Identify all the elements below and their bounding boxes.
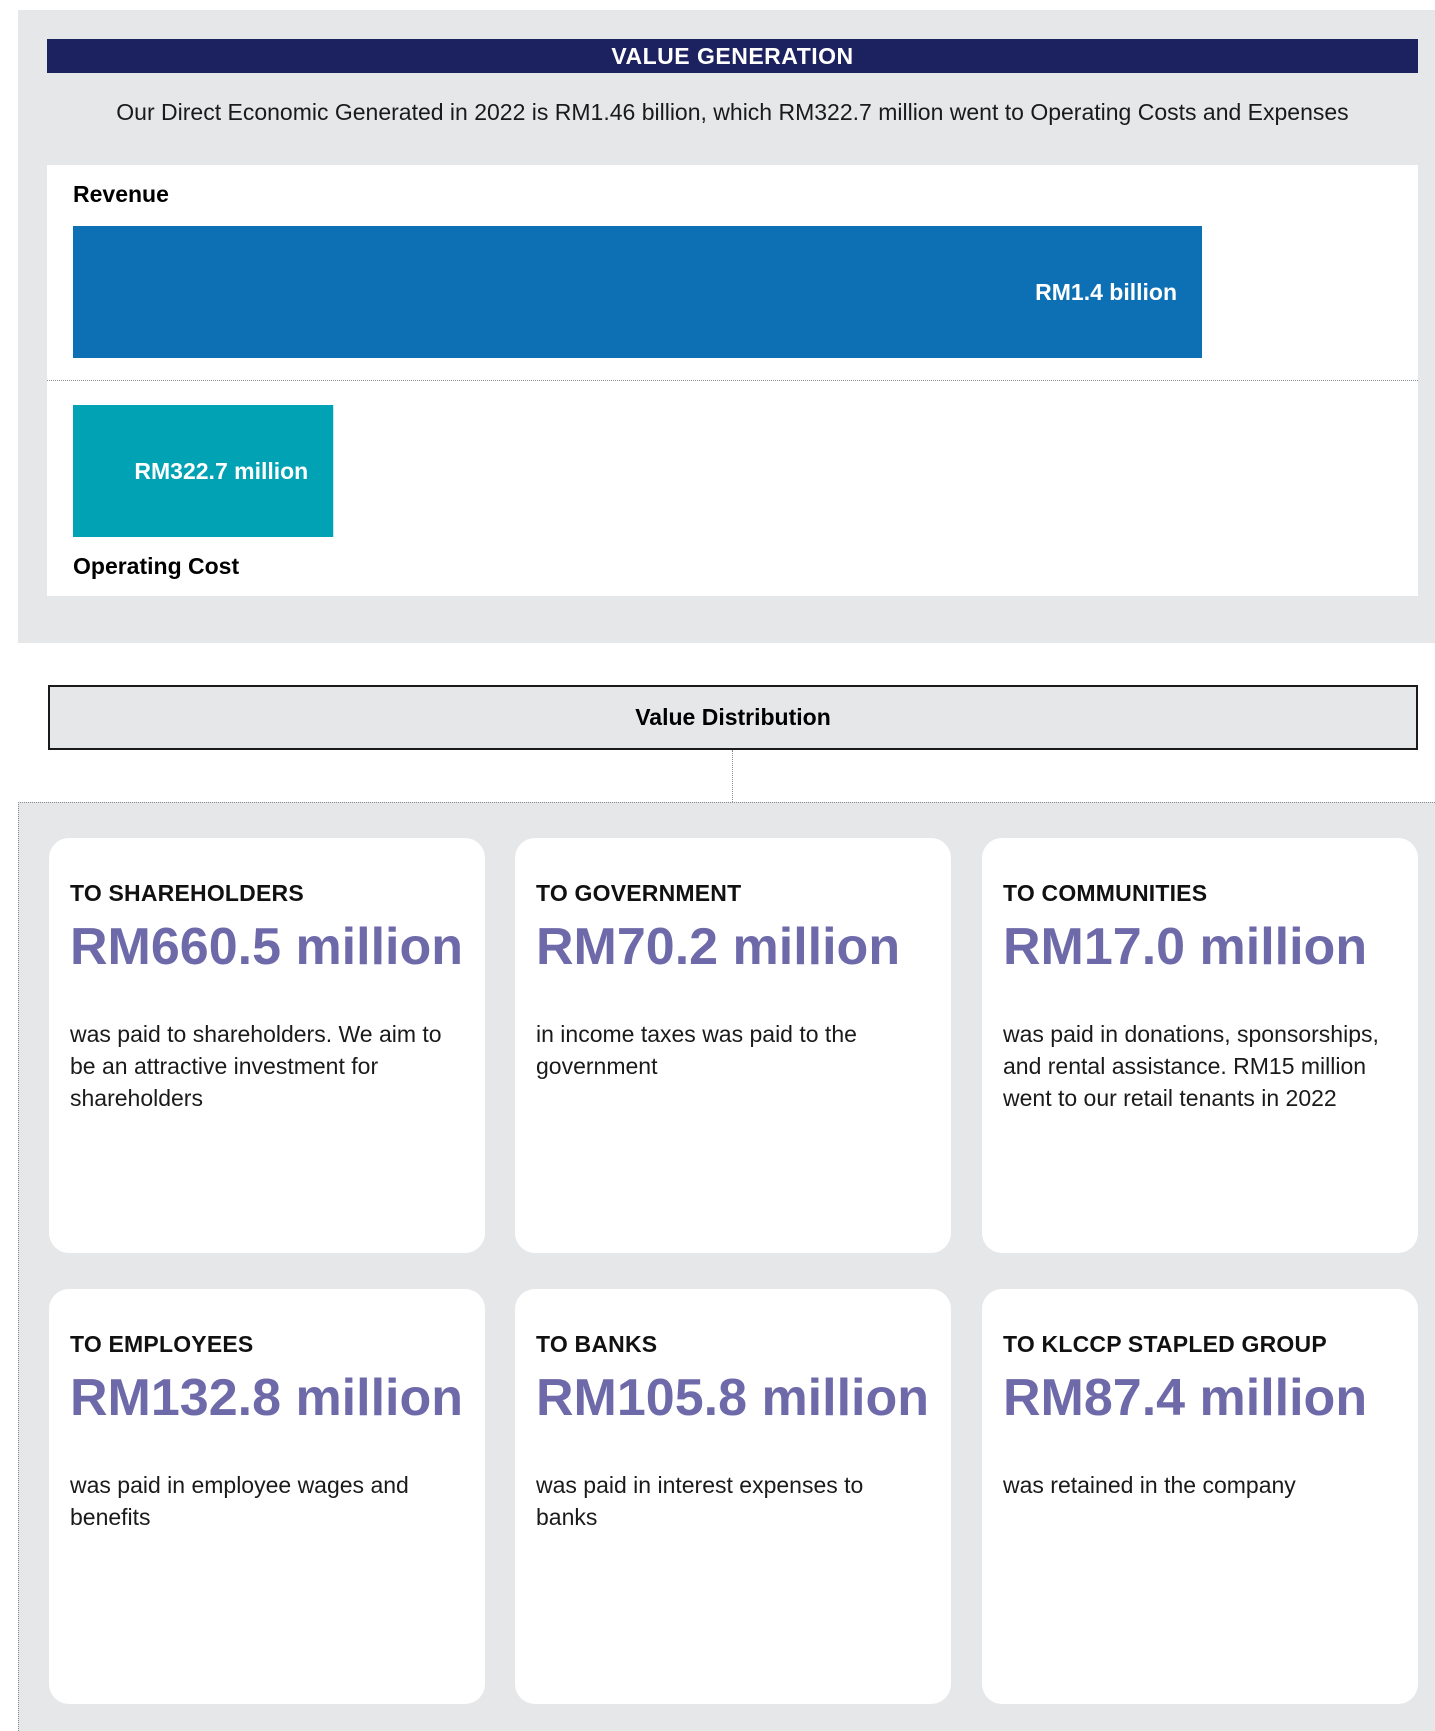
card-description: was paid in donations, sponsorships, and… — [1003, 1021, 1379, 1111]
revenue-cost-chart: Revenue RM1.4 billion RM322.7 million Ope… — [47, 165, 1418, 596]
card-title: TO KLCCP STAPLED GROUP — [1003, 1331, 1327, 1357]
card-title: TO SHAREHOLDERS — [70, 880, 304, 906]
card-description: was paid to shareholders. We aim to be a… — [70, 1021, 442, 1111]
card-description: was retained in the company — [1003, 1472, 1296, 1498]
value-generation-intro: Our Direct Economic Generated in 2022 is… — [116, 99, 1349, 125]
card-amount: RM132.8 million — [70, 1369, 463, 1427]
value-distribution-header: Value Distribution — [48, 685, 1418, 750]
card-title: TO GOVERNMENT — [536, 880, 742, 906]
card-title: TO BANKS — [536, 1331, 658, 1357]
card-to-government: TO GOVERNMENT RM70.2 million in income t… — [515, 838, 951, 1253]
card-description: in income taxes was paid to the governme… — [536, 1021, 857, 1079]
card-title: TO COMMUNITIES — [1003, 880, 1208, 906]
card-amount: RM70.2 million — [536, 918, 901, 976]
bar-operating-cost-value-label: RM322.7 million — [134, 458, 308, 484]
bar-chart-svg: RM1.4 billion RM322.7 million — [73, 226, 1202, 537]
card-to-banks: TO BANKS RM105.8 million was paid in int… — [515, 1289, 951, 1704]
header-connector-line — [732, 750, 733, 802]
card-amount: RM660.5 million — [70, 918, 463, 976]
card-title: TO EMPLOYEES — [70, 1331, 254, 1357]
card-to-employees: TO EMPLOYEES RM132.8 million was paid in… — [49, 1289, 485, 1704]
card-to-klccp-stapled-group: TO KLCCP STAPLED GROUP RM87.4 million wa… — [982, 1289, 1418, 1704]
bar-revenue-value-label: RM1.4 billion — [1035, 279, 1177, 305]
card-to-communities: TO COMMUNITIES RM17.0 million was paid i… — [982, 838, 1418, 1253]
bar-revenue — [73, 226, 1202, 358]
card-amount: RM17.0 million — [1003, 918, 1368, 976]
card-amount: RM105.8 million — [536, 1369, 929, 1427]
card-description: was paid in interest expenses to banks — [536, 1472, 864, 1530]
category-label-operating-cost: Operating Cost — [73, 553, 240, 579]
card-to-shareholders: TO SHAREHOLDERS RM660.5 million was paid… — [49, 838, 485, 1253]
page: VALUE GENERATION Our Direct Economic Gen… — [0, 0, 1435, 1731]
card-description: was paid in employee wages and benefits — [70, 1472, 409, 1530]
card-amount: RM87.4 million — [1003, 1369, 1368, 1427]
value-generation-title: VALUE GENERATION — [47, 39, 1418, 73]
